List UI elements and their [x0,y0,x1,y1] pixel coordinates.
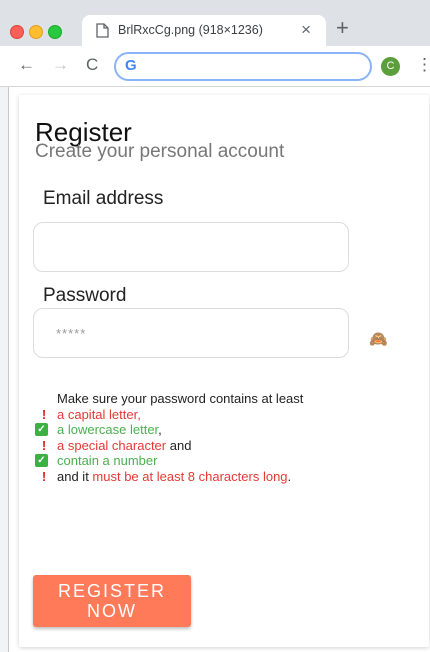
exclamation-icon: ! [41,406,47,422]
rule-suffix: and [166,437,192,453]
browser-tab[interactable]: BrlRxcCg.png (918×1236) × [82,15,326,46]
close-window-button[interactable] [10,25,24,39]
rule-text: must be at least 8 characters long [92,468,288,484]
minimize-window-button[interactable] [29,25,43,39]
page-viewport: Register Create your personal account Em… [8,87,430,652]
password-rule: ! and it must be at least 8 characters lo… [35,469,303,485]
menu-icon[interactable]: ⋮ [416,55,430,75]
password-label: Password [43,285,127,306]
exclamation-icon: ! [41,437,47,453]
password-rule: ✓ a lowercase letter, [35,422,303,438]
email-label: Email address [43,188,164,209]
see-no-evil-monkey-icon[interactable]: 🙈 [369,330,388,348]
password-rules: Make sure your password contains at leas… [35,391,303,484]
rule-prefix: and it [57,468,93,484]
password-rule: ! a special character and [35,438,303,454]
browser-toolbar: ← → C G C ⋮ [0,46,430,87]
maximize-window-button[interactable] [48,25,62,39]
rule-suffix: , [158,422,162,437]
check-icon: ✓ [35,454,48,467]
password-input[interactable] [33,308,349,358]
rule-suffix: . [287,468,292,484]
rule-text: a lowercase letter [57,422,159,437]
rules-intro: Make sure your password contains at leas… [57,391,304,406]
browser-tabstrip: BrlRxcCg.png (918×1236) × + [0,0,430,46]
tab-title: BrlRxcCg.png (918×1236) [118,23,263,37]
close-tab-icon[interactable]: × [301,20,311,40]
email-input[interactable] [33,222,349,272]
rule-text: a capital letter, [57,406,141,422]
forward-icon[interactable]: → [52,54,69,76]
password-rule: ✓ contain a number [35,453,303,469]
google-icon: G [125,57,137,74]
check-icon: ✓ [35,423,48,436]
reload-icon[interactable]: C [86,54,98,76]
profile-avatar[interactable]: C [381,57,400,76]
register-now-button[interactable]: REGISTER NOW [33,575,191,627]
page-subtitle: Create your personal account [35,141,285,162]
document-icon [96,23,109,38]
rule-text: contain a number [57,453,158,468]
rule-text: a special character [57,437,167,453]
password-rule: ! a capital letter, [35,407,303,423]
new-tab-icon[interactable]: + [336,17,349,39]
exclamation-icon: ! [41,468,47,484]
register-card: Register Create your personal account Em… [19,95,429,647]
address-bar[interactable]: G [114,52,372,81]
back-icon[interactable]: ← [18,54,35,76]
